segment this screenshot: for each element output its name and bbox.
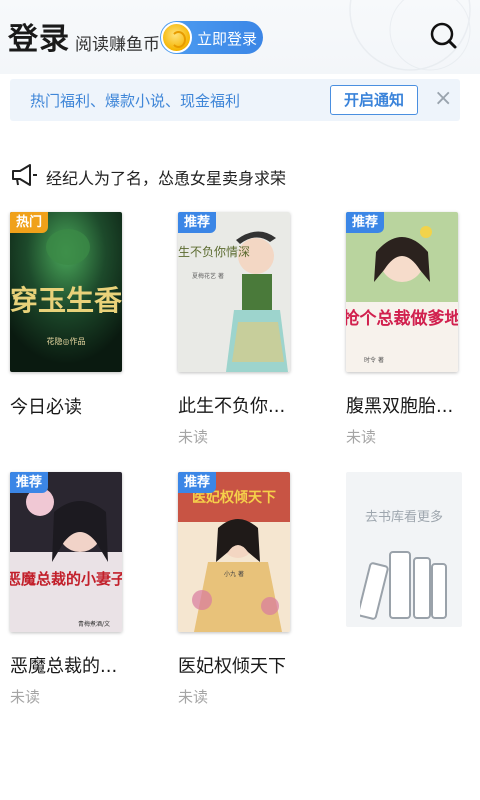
login-subtitle: 阅读赚鱼币 bbox=[75, 35, 160, 55]
cover-art: 此生不负你情深 夏梅花艺 著 bbox=[178, 212, 290, 372]
cover-author: 小九 著 bbox=[224, 570, 244, 578]
header: 登录 阅读赚鱼币 立即登录 bbox=[0, 0, 480, 74]
recommend-badge: 推荐 bbox=[10, 472, 49, 493]
go-to-library-tile[interactable]: 去书库看更多 bbox=[346, 472, 462, 627]
hot-badge: 热门 bbox=[10, 212, 49, 233]
login-button[interactable]: 立即登录 bbox=[160, 21, 263, 54]
book-cover[interactable]: 恶魔总裁的小妻子 青梅煮酒/文 推荐 bbox=[10, 472, 122, 632]
book-cover[interactable]: 穿玉生香 花隐◎作品 热门 bbox=[10, 212, 122, 372]
recommend-badge: 推荐 bbox=[178, 212, 217, 233]
coin-icon bbox=[161, 22, 192, 53]
cover-title: 穿玉生香 bbox=[10, 284, 122, 317]
megaphone-icon bbox=[12, 164, 37, 186]
cover-author: 花隐◎作品 bbox=[47, 336, 86, 346]
cover-title: 恶魔总裁的小妻子 bbox=[10, 570, 122, 588]
cover-art: 医妃权倾天下 小九 著 bbox=[178, 472, 290, 632]
announcement-text: 经纪人为了名，怂恿女星卖身求荣 bbox=[46, 169, 287, 188]
read-status: 未读 bbox=[346, 428, 377, 446]
cover-title: 此生不负你情深 bbox=[178, 245, 250, 259]
cover-art: 穿玉生香 花隐◎作品 bbox=[10, 212, 122, 372]
go-to-library-label: 去书库看更多 bbox=[364, 510, 443, 525]
book-title[interactable]: 此生不负你... bbox=[178, 392, 285, 418]
notification-banner: 热门福利、爆款小说、现金福利 开启通知 × bbox=[10, 79, 460, 121]
login-title[interactable]: 登录 bbox=[8, 14, 70, 58]
close-icon[interactable]: × bbox=[434, 87, 452, 111]
book-title[interactable]: 医妃权倾天下 bbox=[178, 652, 286, 678]
cover-title: 抢个总裁做爹地 bbox=[346, 308, 458, 329]
book-cover[interactable]: 医妃权倾天下 小九 著 推荐 bbox=[178, 472, 290, 632]
enable-notification-button[interactable]: 开启通知 bbox=[330, 85, 418, 115]
book-cover[interactable]: 抢个总裁做爹地 时令 著 推荐 bbox=[346, 212, 458, 372]
bookshelf-icon bbox=[360, 551, 447, 620]
read-status: 未读 bbox=[178, 688, 209, 706]
book-title[interactable]: 恶魔总裁的... bbox=[10, 652, 117, 678]
cover-author: 夏梅花艺 著 bbox=[192, 272, 224, 280]
read-status: 未读 bbox=[178, 428, 209, 446]
announcement[interactable]: 经纪人为了名，怂恿女星卖身求荣 bbox=[10, 160, 470, 190]
notification-text: 热门福利、爆款小说、现金福利 bbox=[30, 92, 241, 110]
book-title[interactable]: 今日必读 bbox=[10, 393, 82, 419]
search-icon[interactable] bbox=[428, 20, 458, 50]
cover-art: 抢个总裁做爹地 时令 著 bbox=[346, 212, 458, 372]
cover-author: 时令 著 bbox=[364, 356, 384, 364]
recommend-badge: 推荐 bbox=[178, 472, 217, 493]
login-button-label: 立即登录 bbox=[197, 30, 258, 48]
cover-author: 青梅煮酒/文 bbox=[78, 620, 110, 628]
cover-art: 恶魔总裁的小妻子 青梅煮酒/文 bbox=[10, 472, 122, 632]
book-title[interactable]: 腹黑双胞胎... bbox=[346, 392, 453, 418]
book-cover[interactable]: 此生不负你情深 夏梅花艺 著 推荐 bbox=[178, 212, 290, 372]
read-status: 未读 bbox=[10, 688, 41, 706]
recommend-badge: 推荐 bbox=[346, 212, 385, 233]
